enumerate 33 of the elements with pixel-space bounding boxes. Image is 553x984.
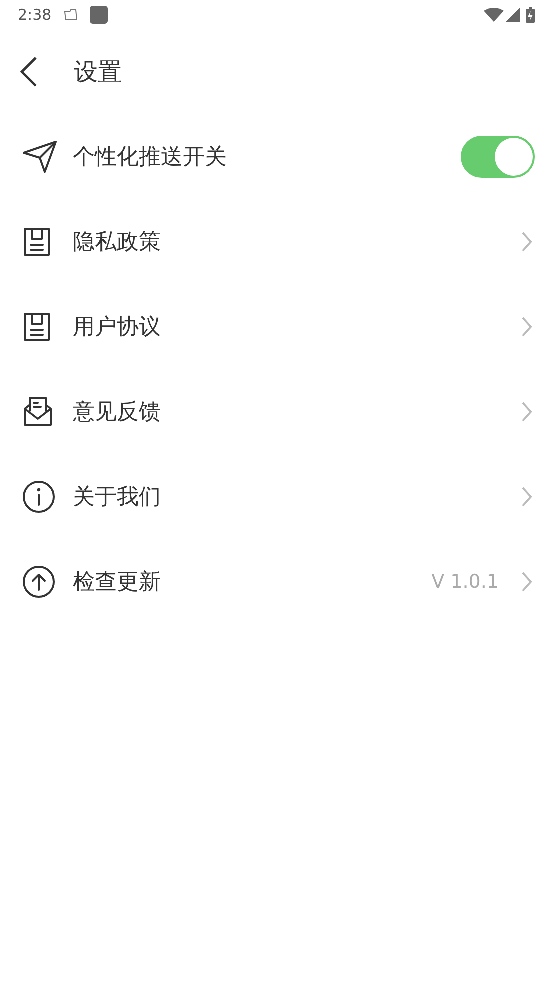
row-label: 个性化推送开关 <box>73 144 228 172</box>
send-icon <box>22 138 58 174</box>
page-title: 设置 <box>74 57 122 88</box>
notification-icon <box>64 9 78 21</box>
chevron-right-icon <box>521 570 533 592</box>
version-text: V 1.0.1 <box>432 570 499 592</box>
row-label: 意见反馈 <box>73 398 162 426</box>
chevron-right-icon <box>521 230 533 252</box>
chevron-right-icon <box>521 316 533 338</box>
settings-row[interactable]: 隐私政策 <box>0 199 553 284</box>
settings-row[interactable]: 意见反馈 <box>0 369 553 454</box>
document-icon <box>22 226 52 258</box>
chevron-right-icon <box>521 486 533 508</box>
document-icon <box>22 310 52 342</box>
row-label: 用户协议 <box>73 314 162 342</box>
settings-row[interactable]: 关于我们 <box>0 454 553 539</box>
info-icon <box>22 480 56 514</box>
settings-row[interactable]: 检查更新 V 1.0.1 <box>0 539 553 624</box>
clock: 2:38 <box>18 6 52 24</box>
chevron-right-icon <box>521 400 533 422</box>
row-label: 检查更新 <box>73 568 162 596</box>
app-notification-icon <box>90 6 108 24</box>
row-label: 隐私政策 <box>73 228 162 256</box>
toggle-switch[interactable] <box>461 136 535 178</box>
signal-icon <box>506 8 520 22</box>
battery-icon <box>526 7 535 23</box>
row-label: 关于我们 <box>73 484 162 512</box>
upload-icon <box>22 564 56 598</box>
settings-row[interactable]: 个性化推送开关 <box>0 114 553 199</box>
wifi-icon <box>484 8 504 22</box>
envelope-icon <box>22 394 54 428</box>
settings-row[interactable]: 用户协议 <box>0 284 553 369</box>
back-icon[interactable] <box>20 57 38 87</box>
